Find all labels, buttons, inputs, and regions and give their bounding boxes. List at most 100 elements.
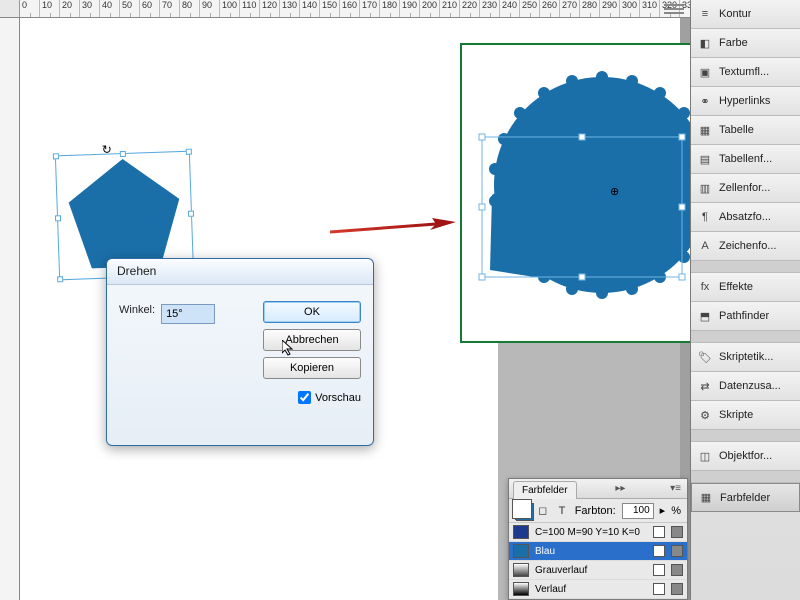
- panel-label: Zeichenfo...: [719, 240, 776, 252]
- panel-icon: A: [697, 238, 713, 254]
- swatch-row[interactable]: Blau: [509, 542, 687, 561]
- panel-button[interactable]: ▥ Zellenfor...: [691, 174, 800, 203]
- ruler-corner: [0, 0, 20, 18]
- tint-stepper-icon[interactable]: ▸: [660, 504, 666, 517]
- preview-checkbox[interactable]: [298, 391, 311, 404]
- ruler-tick: 220: [460, 0, 480, 18]
- tint-unit: %: [671, 505, 681, 517]
- ruler-tick: 290: [600, 0, 620, 18]
- svg-text:⊕: ⊕: [610, 186, 619, 198]
- panel-button[interactable]: ▤ Tabellenf...: [691, 145, 800, 174]
- panel-label: Farbe: [719, 37, 748, 49]
- panel-group-separator: [691, 261, 800, 273]
- panel-button[interactable]: ≡Kontur: [691, 0, 800, 29]
- panel-group-separator: [691, 430, 800, 442]
- panel-button[interactable]: ◧ Farbe: [691, 29, 800, 58]
- resize-handle[interactable]: [57, 276, 63, 282]
- swatches-tab[interactable]: Farbfelder: [513, 481, 577, 499]
- panel-icon: ⇄: [697, 378, 713, 394]
- panel-icon: ▥: [697, 180, 713, 196]
- cancel-button[interactable]: Abbrechen: [263, 329, 361, 351]
- panel-button[interactable]: ◫Objektfor...: [691, 442, 800, 471]
- resize-handle[interactable]: [55, 215, 61, 221]
- panel-collapse-icon[interactable]: ▸▸: [609, 483, 631, 494]
- panel-label: Tabelle: [719, 124, 754, 136]
- panel-group-separator: [691, 471, 800, 483]
- ruler-tick: 170: [360, 0, 380, 18]
- ruler-tick: 50: [120, 0, 140, 18]
- swatch-name: Blau: [535, 546, 647, 557]
- panel-button[interactable]: ▦ Tabelle: [691, 116, 800, 145]
- panel-label: Zellenfor...: [719, 182, 770, 194]
- panel-icon: ¶: [697, 209, 713, 225]
- panel-icon: ▦: [697, 122, 713, 138]
- swatches-toolbar: ◻ T Farbton: ▸ %: [509, 499, 687, 523]
- ruler-tick: 60: [140, 0, 160, 18]
- panel-grip-icon[interactable]: [664, 4, 684, 18]
- angle-input[interactable]: [161, 304, 215, 324]
- panel-label: Effekte: [719, 281, 753, 293]
- panel-button[interactable]: 🏷Skriptetik...: [691, 343, 800, 372]
- panel-icon: ▣: [697, 64, 713, 80]
- swatch-row[interactable]: C=100 M=90 Y=10 K=0: [509, 523, 687, 542]
- ruler-tick: 140: [300, 0, 320, 18]
- ruler-tick: 240: [500, 0, 520, 18]
- swatches-panel[interactable]: Farbfelder ▸▸ ▾≡ ◻ T Farbton: ▸ % C=100 …: [508, 478, 688, 600]
- panel-icon: ⚙: [697, 407, 713, 423]
- panel-button[interactable]: ⚭Hyperlinks: [691, 87, 800, 116]
- ruler-tick: 110: [240, 0, 260, 18]
- formatting-container-icon[interactable]: ◻: [536, 503, 549, 519]
- panel-button[interactable]: ⇄Datenzusa...: [691, 372, 800, 401]
- swatch-row[interactable]: Grauverlauf: [509, 561, 687, 580]
- ruler-tick: 160: [340, 0, 360, 18]
- fill-stroke-proxy-icon[interactable]: [515, 502, 530, 520]
- panel-button[interactable]: A Zeichenfo...: [691, 232, 800, 261]
- panel-icon: ◧: [697, 35, 713, 51]
- ruler-tick: 0: [20, 0, 40, 18]
- panel-button[interactable]: fxEffekte: [691, 273, 800, 302]
- formatting-text-icon[interactable]: T: [555, 503, 568, 519]
- swatch-row[interactable]: Verlauf: [509, 580, 687, 599]
- panel-icon: ▤: [697, 151, 713, 167]
- ruler-tick: 190: [400, 0, 420, 18]
- swatch-name: Verlauf: [535, 584, 647, 595]
- swatch-mode-icon: [671, 545, 683, 557]
- swatch-name: C=100 M=90 Y=10 K=0: [535, 527, 647, 538]
- tint-input[interactable]: [622, 503, 654, 519]
- resize-handle[interactable]: [188, 210, 194, 216]
- swatches-list[interactable]: C=100 M=90 Y=10 K=0 Blau Grauverlauf Verlau…: [509, 523, 687, 599]
- ruler-tick: 310: [640, 0, 660, 18]
- swatch-sample-icon: [513, 544, 529, 558]
- swatch-type-icon: [653, 545, 665, 557]
- ruler-tick: 250: [520, 0, 540, 18]
- resize-handle[interactable]: [53, 153, 59, 159]
- tint-label: Farbton:: [575, 505, 616, 517]
- panel-button[interactable]: ▦Farbfelder: [691, 483, 800, 512]
- ok-button[interactable]: OK: [263, 301, 361, 323]
- swatch-type-icon: [653, 583, 665, 595]
- resize-handle[interactable]: [186, 149, 192, 155]
- ruler-tick: 280: [580, 0, 600, 18]
- panel-label: Objektfor...: [719, 450, 772, 462]
- swatch-mode-icon: [671, 564, 683, 576]
- preview-checkbox-row[interactable]: Vorschau: [298, 391, 361, 404]
- rotate-cursor-icon: ↻: [101, 142, 112, 156]
- swatch-type-icon: [653, 526, 665, 538]
- panel-button[interactable]: ⚙Skripte: [691, 401, 800, 430]
- swatches-tabbar[interactable]: Farbfelder ▸▸ ▾≡: [509, 479, 687, 499]
- rotate-dialog[interactable]: Drehen Winkel: OK Abbrechen Kopieren Vor…: [106, 258, 374, 446]
- panel-button[interactable]: ▣Textumfl...: [691, 58, 800, 87]
- dialog-title[interactable]: Drehen: [107, 259, 373, 285]
- panel-label: Absatzfo...: [719, 211, 771, 223]
- panel-menu-icon[interactable]: ▾≡: [664, 483, 687, 494]
- panel-label: Tabellenf...: [719, 153, 772, 165]
- panel-icon: ▦: [698, 490, 714, 506]
- panel-button[interactable]: ⬒Pathfinder: [691, 302, 800, 331]
- annotation-arrow-icon: [328, 218, 458, 238]
- ruler-tick: 270: [560, 0, 580, 18]
- panel-button[interactable]: ¶ Absatzfo...: [691, 203, 800, 232]
- copy-button[interactable]: Kopieren: [263, 357, 361, 379]
- ruler-tick: 30: [80, 0, 100, 18]
- ruler-vertical: [0, 18, 20, 600]
- resize-handle[interactable]: [119, 151, 125, 157]
